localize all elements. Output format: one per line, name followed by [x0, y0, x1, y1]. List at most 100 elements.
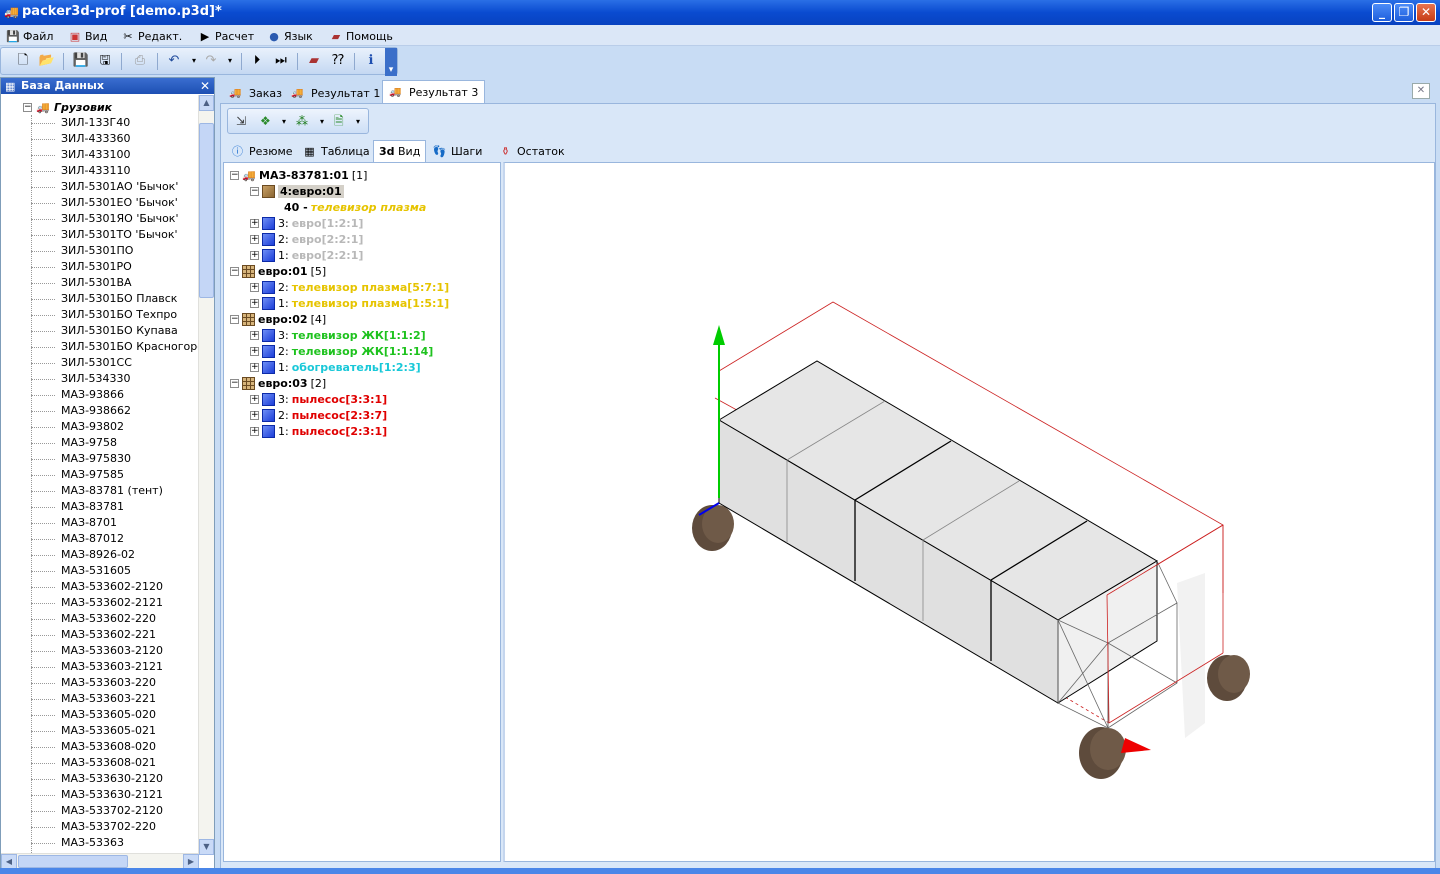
collapse-icon[interactable]: −	[23, 102, 32, 112]
tab-result-3[interactable]: 🚚 Результат 3	[382, 80, 486, 103]
list-item[interactable]: МАЗ-533603-220	[31, 675, 199, 691]
list-item[interactable]: МАЗ-533602-220	[31, 611, 199, 627]
list-item[interactable]: МАЗ-533603-221	[31, 691, 199, 707]
menu-view[interactable]: ▣ Вид	[68, 28, 108, 44]
tab-order[interactable]: 🚚 Заказ	[222, 82, 289, 103]
export-icon[interactable]: 🗎	[334, 113, 358, 130]
print-icon[interactable]: ⎙	[130, 52, 150, 70]
list-item[interactable]: МАЗ-533605-021	[31, 723, 199, 739]
list-item[interactable]: МАЗ-53363	[31, 835, 199, 851]
list-item[interactable]: МАЗ-533630-2120	[31, 771, 199, 787]
scroll-thumb[interactable]	[199, 123, 214, 298]
scroll-up-icon[interactable]: ▲	[199, 95, 214, 111]
step-end-icon[interactable]: ⏭	[271, 52, 291, 70]
list-item[interactable]: МАЗ-533602-221	[31, 627, 199, 643]
tab-steps[interactable]: 👣 Шаги	[427, 140, 487, 162]
menu-file[interactable]: 💾 Файл	[6, 28, 53, 44]
expand-icon[interactable]: +	[250, 234, 259, 244]
list-item[interactable]: МАЗ-533608-020	[31, 739, 199, 755]
3d-viewport[interactable]	[503, 162, 1435, 862]
list-item[interactable]: МАЗ-533603-2121	[31, 659, 199, 675]
expand-icon[interactable]: +	[250, 330, 259, 340]
close-icon[interactable]: ✕	[200, 78, 210, 94]
open-folder-icon[interactable]: 📂	[37, 52, 57, 70]
scroll-thumb[interactable]	[18, 855, 128, 868]
tree-node-layer[interactable]: + 2: телевизор плазма[5:7:1]	[250, 279, 449, 295]
arrange-icon[interactable]: ❖	[260, 113, 284, 130]
save-as-icon[interactable]: 🖫	[95, 52, 115, 70]
menu-language[interactable]: ● Язык	[267, 28, 313, 44]
list-item[interactable]: МАЗ-938662	[31, 403, 199, 419]
expand-icon[interactable]: +	[250, 282, 259, 292]
list-item[interactable]: ЗИЛ-5301ЕО 'Бычок'	[31, 195, 199, 211]
tree-node-group[interactable]: − евро:01 [5]	[230, 263, 326, 279]
expand-icon[interactable]: +	[250, 250, 259, 260]
vertical-scrollbar[interactable]: ▲ ▼	[198, 95, 214, 855]
list-item[interactable]: ЗИЛ-534330	[31, 371, 199, 387]
redo-icon[interactable]: ↷	[201, 52, 221, 70]
tree-node-pallet[interactable]: + 1: евро[2:2:1]	[250, 247, 363, 263]
restore-button[interactable]: ❐	[1394, 3, 1414, 22]
collapse-icon[interactable]: −	[230, 266, 239, 276]
list-item[interactable]: МАЗ-87012	[31, 531, 199, 547]
redo-dropdown-icon[interactable]: ▾	[220, 52, 240, 70]
list-item[interactable]: МАЗ-93866	[31, 387, 199, 403]
list-item[interactable]: МАЗ-533602-2121	[31, 595, 199, 611]
list-item[interactable]: ЗИЛ-433110	[31, 163, 199, 179]
collapse-icon[interactable]: −	[230, 170, 239, 180]
list-item[interactable]: МАЗ-83781 (тент)	[31, 483, 199, 499]
list-item[interactable]: ЗИЛ-433100	[31, 147, 199, 163]
list-item[interactable]: ЗИЛ-5301ВА	[31, 275, 199, 291]
tree-root-trucks[interactable]: − 🚚 Грузовик	[23, 99, 112, 115]
tree-node-pallet[interactable]: + 3: евро[1:2:1]	[250, 215, 363, 231]
scroll-down-icon[interactable]: ▼	[199, 839, 214, 855]
list-item[interactable]: МАЗ-8926-02	[31, 547, 199, 563]
list-item[interactable]: МАЗ-975830	[31, 451, 199, 467]
tree-node-group[interactable]: − евро:03 [2]	[230, 375, 326, 391]
list-item[interactable]: МАЗ-533603-2120	[31, 643, 199, 659]
tab-remainder[interactable]: ⚱ Остаток	[493, 140, 570, 162]
collapse-icon[interactable]: −	[230, 378, 239, 388]
tree-node-layer[interactable]: + 3: телевизор ЖК[1:1:2]	[250, 327, 426, 343]
new-file-icon[interactable]: 🗋	[13, 52, 33, 70]
tree-node-group[interactable]: − евро:02 [4]	[230, 311, 326, 327]
expand-icon[interactable]: +	[250, 362, 259, 372]
list-item[interactable]: МАЗ-533608-021	[31, 755, 199, 771]
list-item[interactable]: ЗИЛ-5301БО Красногорск	[31, 339, 199, 355]
list-item[interactable]: МАЗ-533602-2120	[31, 579, 199, 595]
tab-result-1[interactable]: 🚚 Результат 1	[284, 82, 387, 103]
tree-node-truck[interactable]: − 🚚 МАЗ-83781:01 [1]	[230, 167, 367, 183]
list-item[interactable]: ЗИЛ-133Г40	[31, 115, 199, 131]
horizontal-scrollbar[interactable]: ◀ ▶	[1, 853, 199, 869]
list-item[interactable]: МАЗ-533702-220	[31, 819, 199, 835]
close-button[interactable]: ✕	[1416, 3, 1436, 22]
tree-node-item[interactable]: 40 - телевизор плазма	[284, 199, 426, 215]
tab-3d-view[interactable]: 3d Вид	[373, 140, 427, 162]
info-icon[interactable]: ℹ	[361, 52, 381, 70]
list-item[interactable]: МАЗ-83781	[31, 499, 199, 515]
menu-edit[interactable]: ✂ Редакт.	[121, 28, 182, 44]
collapse-icon[interactable]: −	[230, 314, 239, 324]
minimize-button[interactable]: _	[1372, 3, 1392, 22]
list-item[interactable]: ЗИЛ-5301БО Техпро	[31, 307, 199, 323]
tree-node-layer[interactable]: + 1: телевизор плазма[1:5:1]	[250, 295, 449, 311]
tree-node-selected-pallet[interactable]: − 4:евро:01	[250, 183, 344, 199]
list-item[interactable]: ЗИЛ-5301РО	[31, 259, 199, 275]
undo-icon[interactable]: ↶	[164, 52, 184, 70]
menu-help[interactable]: ▰ Помощь	[329, 28, 393, 44]
menu-calc[interactable]: ▶ Расчет	[198, 28, 254, 44]
load-icon[interactable]: ⇲	[236, 113, 260, 130]
list-item[interactable]: ЗИЛ-5301ЯО 'Бычок'	[31, 211, 199, 227]
expand-icon[interactable]: +	[250, 426, 259, 436]
list-item[interactable]: ЗИЛ-5301ТО 'Бычок'	[31, 227, 199, 243]
expand-icon[interactable]: +	[250, 394, 259, 404]
list-item[interactable]: ЗИЛ-5301ПО	[31, 243, 199, 259]
list-item[interactable]: МАЗ-97585	[31, 467, 199, 483]
list-item[interactable]: ЗИЛ-5301СС	[31, 355, 199, 371]
tab-table[interactable]: ▦ Таблица	[297, 140, 375, 162]
scroll-left-icon[interactable]: ◀	[1, 854, 17, 869]
list-item[interactable]: МАЗ-93802	[31, 419, 199, 435]
tree-node-layer[interactable]: + 2: пылесос[2:3:7]	[250, 407, 387, 423]
export-dropdown-icon[interactable]: ▾	[356, 113, 380, 130]
list-item[interactable]: ЗИЛ-5301БО Купава	[31, 323, 199, 339]
